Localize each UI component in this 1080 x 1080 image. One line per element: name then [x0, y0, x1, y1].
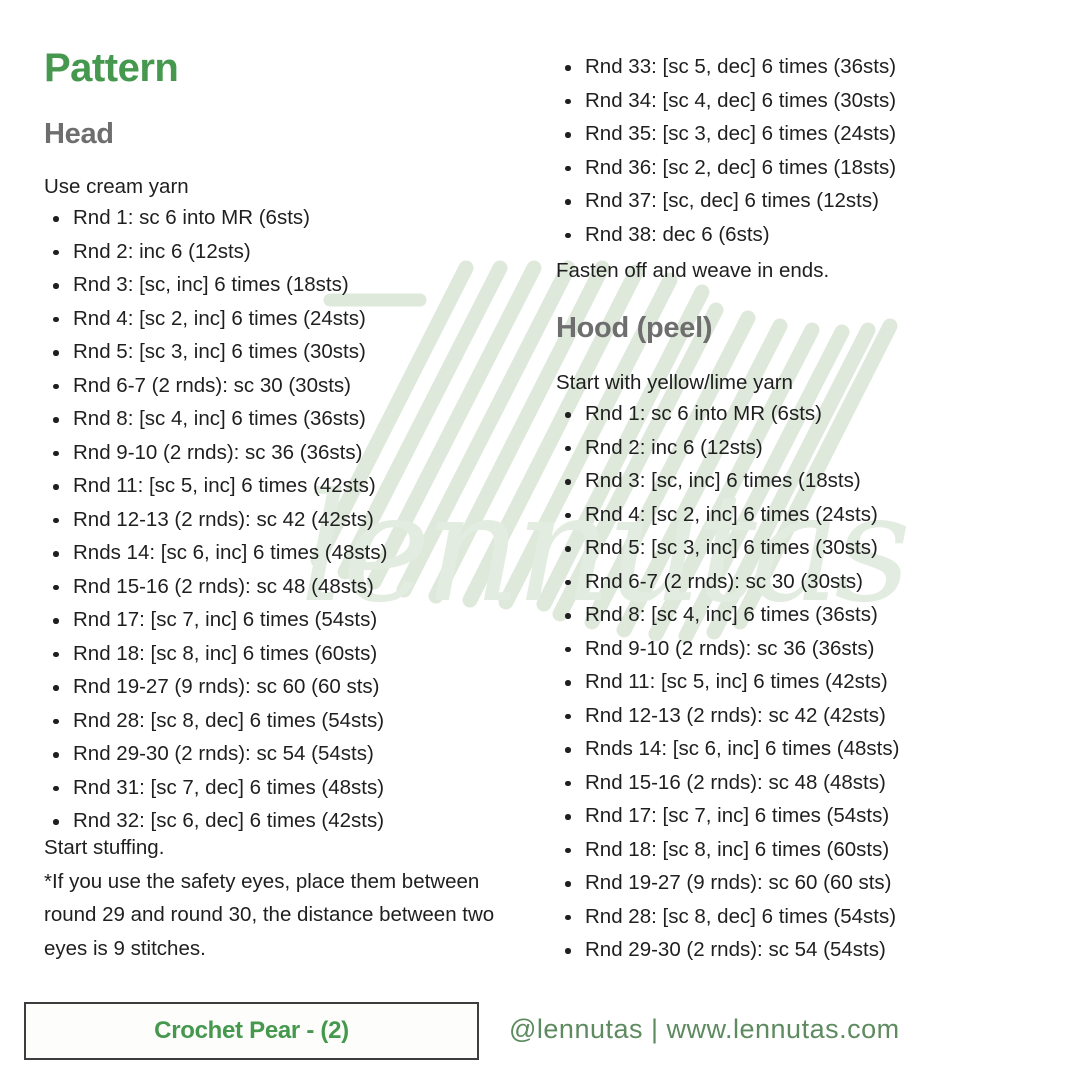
list-item: Rnd 29-30 (2 rnds): sc 54 (54sts) [556, 933, 899, 967]
page-title: Pattern [44, 46, 179, 90]
list-item: Rnd 36: [sc 2, dec] 6 times (18sts) [556, 151, 896, 185]
list-item: Rnd 33: [sc 5, dec] 6 times (36sts) [556, 50, 896, 84]
list-item: Rnds 14: [sc 6, inc] 6 times (48sts) [44, 536, 387, 570]
pattern-page: lennutas Pattern Head Hood (peel) Use cr… [0, 0, 1080, 1080]
footer-handle-link[interactable]: @lennutas | www.lennutas.com [509, 1014, 900, 1045]
list-item: Rnds 14: [sc 6, inc] 6 times (48sts) [556, 732, 899, 766]
list-item: Rnd 17: [sc 7, inc] 6 times (54sts) [556, 799, 899, 833]
section-heading-hood: Hood (peel) [556, 312, 713, 344]
pattern-name-label: Crochet Pear - (2) [154, 1017, 349, 1044]
list-item: Rnd 5: [sc 3, inc] 6 times (30sts) [44, 335, 387, 369]
list-item: Rnd 6-7 (2 rnds): sc 30 (30sts) [44, 369, 387, 403]
list-item: Rnd 1: sc 6 into MR (6sts) [556, 397, 899, 431]
list-item: Rnd 9-10 (2 rnds): sc 36 (36sts) [556, 632, 899, 666]
list-item: Rnd 28: [sc 8, dec] 6 times (54sts) [44, 704, 387, 738]
hood-intro-text: Start with yellow/lime yarn [556, 371, 793, 394]
list-item: Rnd 19-27 (9 rnds): sc 60 (60 sts) [556, 866, 899, 900]
footer: Crochet Pear - (2) @lennutas | www.lennu… [0, 970, 1080, 1080]
list-item: Rnd 38: dec 6 (6sts) [556, 218, 896, 252]
list-item: Rnd 18: [sc 8, inc] 6 times (60sts) [44, 637, 387, 671]
list-item: Rnd 4: [sc 2, inc] 6 times (24sts) [556, 498, 899, 532]
head-intro-text: Use cream yarn [44, 175, 189, 198]
hood-rounds-list: Rnd 1: sc 6 into MR (6sts) Rnd 2: inc 6 (… [556, 397, 899, 967]
list-item: Rnd 15-16 (2 rnds): sc 48 (48sts) [556, 766, 899, 800]
list-item: Rnd 11: [sc 5, inc] 6 times (42sts) [44, 469, 387, 503]
list-item: Rnd 29-30 (2 rnds): sc 54 (54sts) [44, 737, 387, 771]
list-item: Rnd 4: [sc 2, inc] 6 times (24sts) [44, 302, 387, 336]
list-item: Rnd 8: [sc 4, inc] 6 times (36sts) [556, 598, 899, 632]
list-item: Rnd 19-27 (9 rnds): sc 60 (60 sts) [44, 670, 387, 704]
fasten-off-text: Fasten off and weave in ends. [556, 259, 830, 282]
note-safety-eyes: *If you use the safety eyes, place them … [44, 869, 495, 960]
section-heading-head: Head [44, 118, 114, 150]
list-item: Rnd 34: [sc 4, dec] 6 times (30sts) [556, 84, 896, 118]
head-notes: Start stuffing. *If you use the safety e… [44, 831, 514, 965]
list-item: Rnd 35: [sc 3, dec] 6 times (24sts) [556, 117, 896, 151]
list-item: Rnd 15-16 (2 rnds): sc 48 (48sts) [44, 570, 387, 604]
list-item: Rnd 18: [sc 8, inc] 6 times (60sts) [556, 833, 899, 867]
list-item: Rnd 2: inc 6 (12sts) [556, 431, 899, 465]
list-item: Rnd 9-10 (2 rnds): sc 36 (36sts) [44, 436, 387, 470]
head-rounds-list-right: Rnd 33: [sc 5, dec] 6 times (36sts) Rnd 3… [556, 50, 896, 251]
head-rounds-list-left: Rnd 1: sc 6 into MR (6sts) Rnd 2: inc 6 (… [44, 201, 387, 838]
list-item: Rnd 17: [sc 7, inc] 6 times (54sts) [44, 603, 387, 637]
list-item: Rnd 5: [sc 3, inc] 6 times (30sts) [556, 531, 899, 565]
list-item: Rnd 31: [sc 7, dec] 6 times (48sts) [44, 771, 387, 805]
list-item: Rnd 12-13 (2 rnds): sc 42 (42sts) [556, 699, 899, 733]
pattern-name-box: Crochet Pear - (2) [24, 1002, 479, 1060]
note-start-stuffing: Start stuffing. [44, 836, 165, 859]
list-item: Rnd 12-13 (2 rnds): sc 42 (42sts) [44, 503, 387, 537]
list-item: Rnd 3: [sc, inc] 6 times (18sts) [556, 464, 899, 498]
list-item: Rnd 6-7 (2 rnds): sc 30 (30sts) [556, 565, 899, 599]
list-item: Rnd 28: [sc 8, dec] 6 times (54sts) [556, 900, 899, 934]
list-item: Rnd 37: [sc, dec] 6 times (12sts) [556, 184, 896, 218]
list-item: Rnd 3: [sc, inc] 6 times (18sts) [44, 268, 387, 302]
list-item: Rnd 2: inc 6 (12sts) [44, 235, 387, 269]
list-item: Rnd 1: sc 6 into MR (6sts) [44, 201, 387, 235]
list-item: Rnd 11: [sc 5, inc] 6 times (42sts) [556, 665, 899, 699]
list-item: Rnd 8: [sc 4, inc] 6 times (36sts) [44, 402, 387, 436]
